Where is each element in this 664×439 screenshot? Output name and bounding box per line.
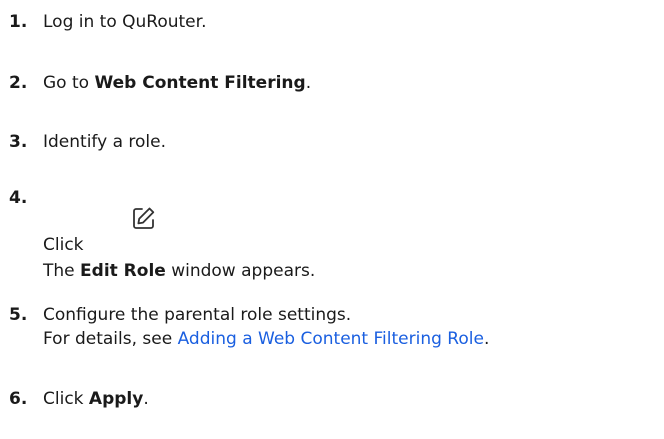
step-4-result-line: The Edit Role window appears. bbox=[43, 259, 315, 283]
step-6: 6. Click Apply. bbox=[9, 387, 149, 411]
step-3: 3. Identify a role. bbox=[9, 130, 166, 154]
step-text-prefix: Go to bbox=[43, 73, 95, 93]
step-1: 1. Log in to QuRouter. bbox=[9, 10, 206, 34]
details-prefix: For details, see bbox=[43, 329, 178, 349]
click-text: Click bbox=[43, 235, 84, 255]
step-number: 5. bbox=[9, 305, 28, 325]
menu-name: Web Content Filtering bbox=[94, 73, 306, 93]
step-number: 1. bbox=[9, 12, 28, 32]
step-number: 2. bbox=[9, 73, 28, 93]
step-2: 2. Go to Web Content Filtering. bbox=[9, 71, 311, 95]
procedure-steps: 1. Log in to QuRouter. 2. Go to Web Conten… bbox=[0, 0, 664, 439]
result-prefix: The bbox=[43, 261, 81, 281]
step-text-line-2: For details, see Adding a Web Content Fi… bbox=[43, 327, 489, 351]
step-number: 3. bbox=[9, 132, 28, 152]
step-text: Identify a role. bbox=[43, 132, 167, 152]
window-name: Edit Role bbox=[80, 261, 166, 281]
edit-icon bbox=[133, 207, 155, 229]
details-suffix: . bbox=[483, 329, 490, 349]
step-text-line-1: Configure the parental role settings. bbox=[43, 305, 352, 325]
adding-role-link[interactable]: Adding a Web Content Filtering Role bbox=[178, 329, 484, 349]
step-5: 5. Configure the parental role settings. F… bbox=[9, 303, 489, 351]
apply-label: Apply bbox=[88, 389, 144, 409]
step-text-prefix: Click bbox=[43, 389, 89, 409]
step-text: Go to Web Content Filtering. bbox=[43, 71, 311, 95]
step-text-suffix: . bbox=[305, 73, 312, 93]
step-text: Log in to QuRouter. bbox=[43, 12, 207, 32]
step-number: 4. bbox=[9, 188, 28, 208]
step-number: 6. bbox=[9, 389, 28, 409]
step-4: 4. Click. The Edit Role window appears. bbox=[9, 186, 409, 286]
step-text: Configure the parental role settings. For… bbox=[43, 303, 489, 351]
edit-button[interactable] bbox=[112, 195, 180, 251]
result-suffix: window appears. bbox=[165, 261, 316, 281]
step-text-suffix: . bbox=[143, 389, 149, 409]
step-4-click-line: Click. bbox=[43, 195, 180, 257]
step-text: Click Apply. bbox=[43, 387, 149, 411]
